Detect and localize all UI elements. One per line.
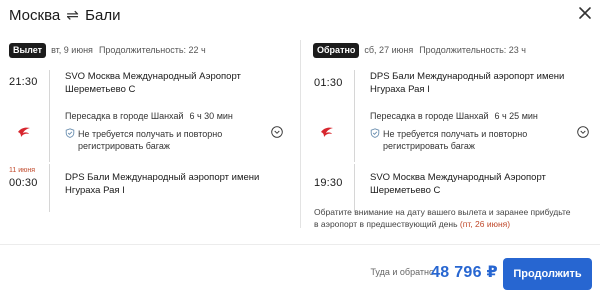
- return-arrive-airport: SVO Москва Международный Аэропорт Шереме…: [370, 172, 546, 196]
- return-transfer-duration: 6 ч 25 мин: [494, 111, 538, 121]
- return-baggage-note: Не требуется получать и повторно регистр…: [383, 129, 528, 151]
- outbound-depart-airport: SVO Москва Международный Аэропорт Шереме…: [65, 71, 241, 95]
- return-duration: Продолжительность: 23 ч: [419, 45, 526, 55]
- notice-text: Обратите внимание на дату вашего вылета …: [314, 207, 571, 229]
- close-icon[interactable]: [574, 2, 596, 24]
- outbound-arrival-date-note: 11 июня: [9, 167, 36, 174]
- return-badge: Обратно: [313, 42, 360, 58]
- chevron-down-icon[interactable]: [577, 126, 589, 138]
- return-timeline-lower: [354, 164, 355, 212]
- outbound-date: вт, 9 июня: [51, 45, 93, 55]
- shield-icon: [65, 128, 75, 138]
- date-notice: Обратите внимание на дату вашего вылета …: [314, 206, 574, 230]
- swap-icon: ⇌: [66, 7, 79, 24]
- outbound-arrive-airport: DPS Бали Международный аэропорт имени Нг…: [65, 172, 260, 196]
- outbound-timeline-lower: [49, 164, 50, 212]
- return-transfer-city: Пересадка в городе Шанхай: [370, 111, 489, 121]
- outbound-leg: Вылет вт, 9 июня Продолжительность: 22 ч…: [0, 40, 290, 240]
- total-price: 48 796 ₽: [431, 264, 498, 281]
- return-transfer: Пересадка в городе Шанхай 6 ч 25 мин: [370, 111, 538, 121]
- outbound-arrive-time: 00:30: [9, 177, 38, 189]
- outbound-depart-time: 21:30: [9, 76, 38, 88]
- outbound-duration: Продолжительность: 22 ч: [98, 45, 206, 55]
- chevron-down-icon[interactable]: [271, 126, 283, 138]
- booking-footer: Туда и обратно 48 796 ₽ Продолжить: [0, 244, 600, 295]
- shield-icon: [370, 128, 380, 138]
- origin-city: Москва: [9, 7, 61, 24]
- outbound-badge: Вылет: [9, 42, 47, 58]
- return-header: Обратно сб, 27 июня Продолжительность: 2…: [313, 42, 526, 58]
- return-depart-airport: DPS Бали Международный аэропорт имени Нг…: [370, 71, 565, 95]
- notice-date-hint: (пт, 26 июня): [459, 219, 511, 229]
- continue-button[interactable]: Продолжить: [503, 258, 592, 290]
- outbound-timeline: [49, 70, 50, 162]
- airline-logo-icon: [321, 127, 333, 137]
- return-timeline: [354, 70, 355, 162]
- airline-logo-icon: [18, 127, 30, 137]
- return-date: сб, 27 июня: [364, 45, 414, 55]
- flight-details-modal: Москва ⇌ Бали Вылет вт, 9 июня Продолжит…: [0, 0, 600, 295]
- route-title: Москва ⇌ Бали: [9, 6, 120, 24]
- return-depart-time: 01:30: [314, 77, 343, 89]
- return-arrive-time: 19:30: [314, 177, 343, 189]
- outbound-baggage-note: Не требуется получать и повторно регистр…: [78, 129, 223, 151]
- outbound-transfer: Пересадка в городе Шанхай 6 ч 30 мин: [65, 111, 233, 121]
- outbound-transfer-city: Пересадка в городе Шанхай: [65, 111, 184, 121]
- destination-city: Бали: [85, 7, 121, 24]
- outbound-transfer-duration: 6 ч 30 мин: [189, 111, 233, 121]
- total-label: Туда и обратно: [370, 267, 434, 277]
- legs-divider: [300, 40, 301, 228]
- outbound-header: Вылет вт, 9 июня Продолжительность: 22 ч: [9, 42, 206, 58]
